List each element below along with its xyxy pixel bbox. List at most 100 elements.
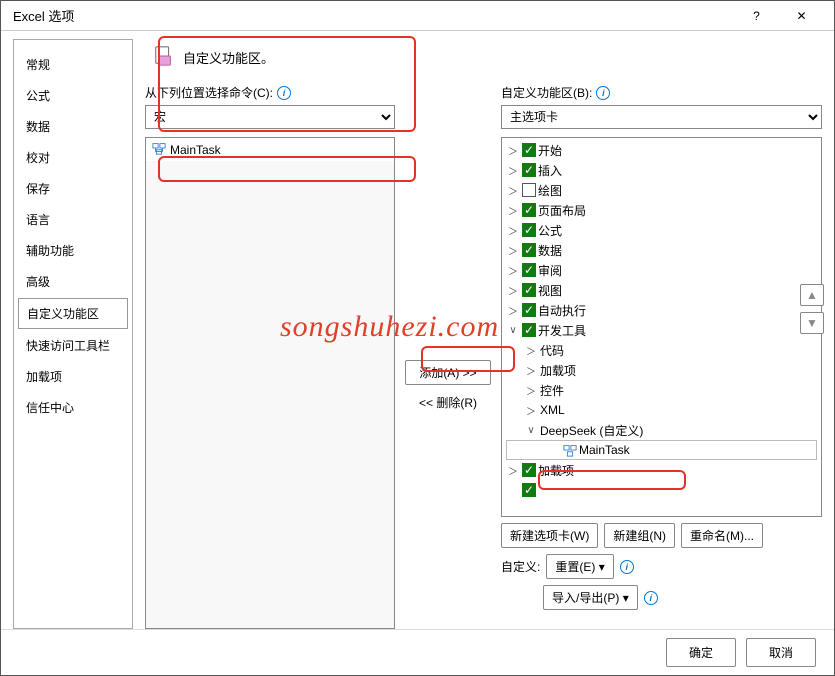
tree-twisty-icon[interactable]: ＞ bbox=[506, 163, 520, 178]
tree-row[interactable]: ＞加载项 bbox=[502, 360, 821, 380]
sidebar-item[interactable]: 高级 bbox=[18, 267, 128, 296]
tree-label: DeepSeek (自定义) bbox=[540, 422, 643, 439]
sidebar-item[interactable]: 数据 bbox=[18, 112, 128, 141]
sidebar-item[interactable]: 辅助功能 bbox=[18, 236, 128, 265]
tree-twisty-icon[interactable]: ＞ bbox=[506, 243, 520, 258]
new-group-button[interactable]: 新建组(N) bbox=[604, 523, 675, 548]
tree-label: 插入 bbox=[538, 162, 562, 179]
sidebar-item[interactable]: 加载项 bbox=[18, 362, 128, 391]
tree-row[interactable]: ＞✓页面布局 bbox=[502, 200, 821, 220]
checkbox[interactable]: ✓ bbox=[522, 323, 536, 337]
tree-twisty-icon[interactable]: ＞ bbox=[506, 223, 520, 238]
tree-row[interactable]: ＞ 绘图 bbox=[502, 180, 821, 200]
move-down-button[interactable]: ▼ bbox=[800, 312, 824, 334]
ribbon-tree[interactable]: ＞✓开始＞✓插入＞绘图＞✓页面布局＞✓公式＞✓数据＞✓审阅＞✓视图＞✓自动执行∨… bbox=[501, 137, 822, 517]
tree-row[interactable]: MainTask bbox=[506, 440, 817, 460]
macro-icon bbox=[152, 141, 166, 158]
custom-label: 自定义: bbox=[501, 558, 540, 575]
reset-button[interactable]: 重置(E) ▾ bbox=[546, 554, 613, 579]
sidebar-item[interactable]: 校对 bbox=[18, 143, 128, 172]
sidebar-item[interactable]: 保存 bbox=[18, 174, 128, 203]
sidebar-item[interactable]: 公式 bbox=[18, 81, 128, 110]
checkbox[interactable]: ✓ bbox=[522, 303, 536, 317]
tree-twisty-icon[interactable]: ＞ bbox=[524, 383, 538, 398]
info-icon[interactable]: i bbox=[277, 86, 291, 100]
tree-row[interactable]: ✓ bbox=[502, 480, 821, 500]
tree-twisty-icon[interactable]: ＞ bbox=[506, 183, 520, 198]
tree-twisty-icon[interactable]: ＞ bbox=[506, 263, 520, 278]
checkbox[interactable]: ✓ bbox=[522, 283, 536, 297]
tree-row[interactable]: ∨✓开发工具 bbox=[502, 320, 821, 340]
tree-label: 绘图 bbox=[538, 182, 562, 199]
rename-button[interactable]: 重命名(M)... bbox=[681, 523, 763, 548]
checkbox[interactable]: ✓ bbox=[522, 203, 536, 217]
sidebar-item[interactable]: 信任中心 bbox=[18, 393, 128, 422]
checkbox[interactable]: ✓ bbox=[522, 263, 536, 277]
customize-ribbon-label: 自定义功能区(B): i bbox=[501, 84, 822, 101]
tree-row[interactable]: ＞✓视图 bbox=[502, 280, 821, 300]
checkbox[interactable]: ✓ bbox=[522, 483, 536, 497]
move-up-button[interactable]: ▲ bbox=[800, 284, 824, 306]
checkbox[interactable]: ✓ bbox=[522, 223, 536, 237]
chevron-down-icon: ▾ bbox=[599, 560, 605, 574]
tree-twisty-icon[interactable]: ＞ bbox=[524, 343, 538, 358]
main-panel: 自定义功能区。 从下列位置选择命令(C): i 宏 bbox=[145, 39, 822, 629]
close-button[interactable]: ✕ bbox=[779, 2, 824, 30]
tree-twisty-icon[interactable]: ＞ bbox=[506, 303, 520, 318]
import-export-row: 导入/导出(P) ▾ i bbox=[501, 585, 822, 610]
tree-row[interactable]: ＞代码 bbox=[502, 340, 821, 360]
checkbox[interactable]: ✓ bbox=[522, 463, 536, 477]
list-item[interactable]: MainTask bbox=[146, 138, 394, 161]
choose-commands-select[interactable]: 宏 bbox=[145, 105, 395, 129]
tree-label: 审阅 bbox=[538, 262, 562, 279]
tree-label: 开发工具 bbox=[538, 322, 586, 339]
tree-row[interactable]: ＞✓插入 bbox=[502, 160, 821, 180]
tree-row[interactable]: ＞✓审阅 bbox=[502, 260, 821, 280]
dialog-footer: 确定 取消 bbox=[1, 629, 834, 675]
checkbox[interactable]: ✓ bbox=[522, 163, 536, 177]
customize-ribbon-select[interactable]: 主选项卡 bbox=[501, 105, 822, 129]
cancel-button[interactable]: 取消 bbox=[746, 638, 816, 667]
tree-twisty-icon[interactable]: ＞ bbox=[506, 203, 520, 218]
checkbox[interactable]: ✓ bbox=[522, 243, 536, 257]
sidebar-item[interactable]: 语言 bbox=[18, 205, 128, 234]
tree-row[interactable]: ＞✓自动执行 bbox=[502, 300, 821, 320]
sidebar-item[interactable]: 快速访问工具栏 bbox=[18, 331, 128, 360]
sidebar-item[interactable]: 常规 bbox=[18, 50, 128, 79]
checkbox[interactable] bbox=[522, 183, 536, 197]
add-button[interactable]: 添加(A) >> bbox=[405, 360, 491, 385]
tree-row[interactable]: ＞✓公式 bbox=[502, 220, 821, 240]
category-sidebar: 常规 公式 数据 校对 保存 语言 辅助功能 高级 自定义功能区 快速访问工具栏… bbox=[13, 39, 133, 629]
info-icon[interactable]: i bbox=[644, 591, 658, 605]
tree-twisty-icon[interactable]: ＞ bbox=[524, 403, 538, 418]
checkbox[interactable]: ✓ bbox=[522, 143, 536, 157]
import-export-button[interactable]: 导入/导出(P) ▾ bbox=[543, 585, 638, 610]
info-icon[interactable]: i bbox=[596, 86, 610, 100]
tree-row[interactable]: ＞✓开始 bbox=[502, 140, 821, 160]
tree-row[interactable]: ＞控件 bbox=[502, 380, 821, 400]
sidebar-item-customize-ribbon[interactable]: 自定义功能区 bbox=[18, 298, 128, 329]
tree-twisty-icon[interactable]: ∨ bbox=[524, 425, 538, 436]
tree-row[interactable]: ∨DeepSeek (自定义) bbox=[502, 420, 821, 440]
tree-twisty-icon[interactable]: ＞ bbox=[506, 143, 520, 158]
tree-label: 开始 bbox=[538, 142, 562, 159]
macro-icon bbox=[563, 443, 577, 457]
tree-twisty-icon[interactable]: ＞ bbox=[506, 283, 520, 298]
tree-twisty-icon[interactable]: ∨ bbox=[506, 325, 520, 336]
tree-row[interactable]: ＞XML bbox=[502, 400, 821, 420]
tree-row[interactable]: ＞✓加载项 bbox=[502, 460, 821, 480]
new-tab-button[interactable]: 新建选项卡(W) bbox=[501, 523, 598, 548]
tree-label: 加载项 bbox=[538, 462, 574, 479]
titlebar: Excel 选项 ? ✕ bbox=[1, 1, 834, 31]
help-button[interactable]: ? bbox=[734, 2, 779, 30]
commands-listbox[interactable]: MainTask bbox=[145, 137, 395, 629]
tree-twisty-icon[interactable]: ＞ bbox=[506, 463, 520, 478]
excel-options-dialog: Excel 选项 ? ✕ 常规 公式 数据 校对 保存 语言 辅助功能 高级 自… bbox=[0, 0, 835, 676]
tree-twisty-icon[interactable]: ＞ bbox=[524, 363, 538, 378]
tree-row[interactable]: ＞✓数据 bbox=[502, 240, 821, 260]
remove-button[interactable]: << 删除(R) bbox=[405, 391, 491, 414]
ribbon-icon bbox=[153, 45, 175, 70]
ok-button[interactable]: 确定 bbox=[666, 638, 736, 667]
info-icon[interactable]: i bbox=[620, 560, 634, 574]
commands-column: 从下列位置选择命令(C): i 宏 MainTask bbox=[145, 84, 395, 629]
